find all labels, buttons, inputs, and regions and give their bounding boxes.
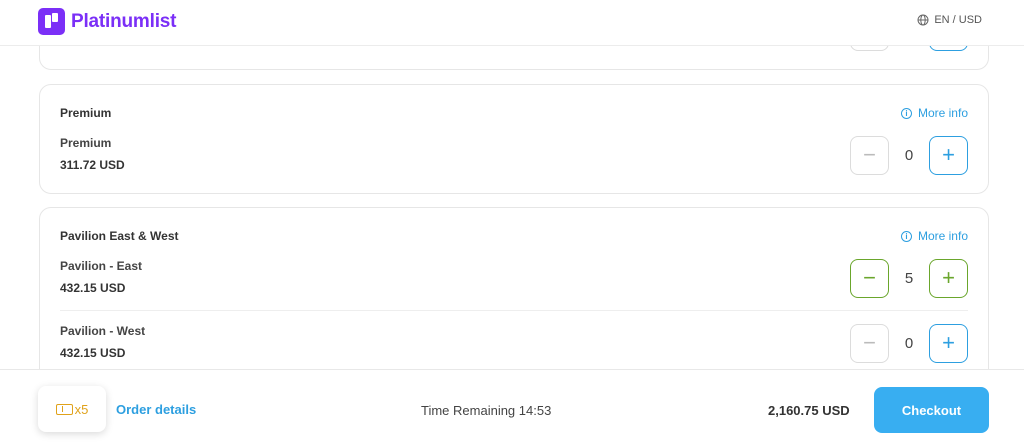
globe-icon	[917, 14, 929, 26]
more-info-label: More info	[917, 106, 968, 120]
order-details-link[interactable]: Order details	[116, 402, 196, 417]
ticket-price: 311.72 USD	[60, 158, 125, 172]
more-info-link[interactable]: i More info	[900, 229, 968, 243]
section-title: Premium	[60, 106, 112, 120]
ticket-price: 432.15 USD	[60, 346, 126, 360]
brand-name: Platinumlist	[71, 10, 177, 32]
quantity-value: 0	[904, 334, 914, 352]
decrement-button[interactable]: −	[850, 323, 889, 363]
ticket-price: 432.15 USD	[60, 281, 126, 295]
decrement-button[interactable]: −	[850, 258, 889, 298]
decrement-button[interactable]: −	[850, 135, 889, 175]
more-info-label: More info	[917, 229, 968, 243]
info-icon: i	[900, 230, 912, 242]
ticket-count: x5	[74, 401, 89, 417]
ticket-name: Pavilion - East	[60, 259, 143, 273]
lang-currency-label: EN / USD	[934, 14, 982, 26]
top-header: Platinumlist EN / USD	[0, 0, 1024, 46]
logo-icon	[38, 8, 65, 35]
checkout-button[interactable]: Checkout	[874, 387, 989, 433]
ticket-icon	[55, 403, 73, 415]
quantity-value: 5	[904, 269, 914, 287]
info-icon: i	[900, 107, 912, 119]
language-currency-selector[interactable]: EN / USD	[917, 14, 982, 26]
increment-button[interactable]: +	[929, 135, 968, 175]
order-total: 2,160.75 USD	[768, 403, 850, 418]
ticket-count-badge[interactable]: x5	[38, 386, 106, 432]
time-remaining: Time Remaining 14:53	[421, 403, 552, 418]
increment-button[interactable]: +	[929, 258, 968, 298]
ticket-name: Premium	[60, 136, 112, 150]
section-title: Pavilion East & West	[60, 229, 179, 243]
quantity-value: 0	[904, 146, 914, 164]
quantity-stepper: − 5 +	[850, 258, 968, 298]
increment-button[interactable]: +	[929, 323, 968, 363]
quantity-stepper: − 0 +	[850, 323, 968, 363]
brand-logo[interactable]: Platinumlist	[38, 8, 176, 35]
row-divider	[60, 310, 968, 311]
ticket-name: Pavilion - West	[60, 324, 146, 338]
more-info-link[interactable]: i More info	[900, 106, 968, 120]
ticket-card-premium: Premium i More info Premium 311.72 USD −…	[39, 84, 989, 194]
quantity-stepper: − 0 +	[850, 135, 968, 175]
checkout-bar: x5 Order details Time Remaining 14:53 2,…	[0, 369, 1024, 446]
